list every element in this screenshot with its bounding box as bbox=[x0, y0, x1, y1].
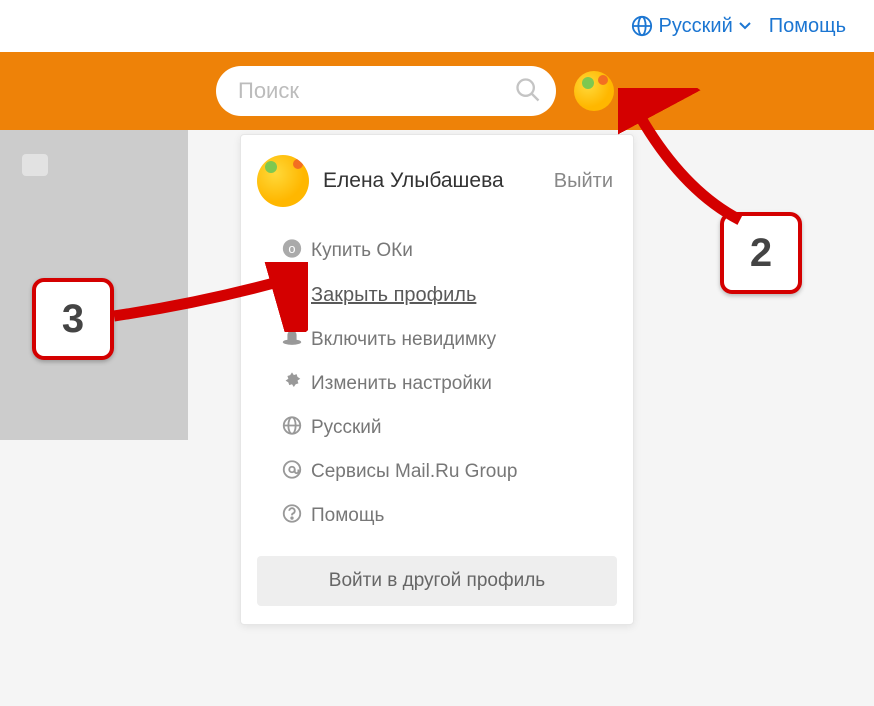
profile-dropdown: Елена Улыбашева Выйти o Купить ОКи Закры… bbox=[240, 134, 634, 625]
avatar bbox=[257, 155, 309, 207]
menu-item-invisible[interactable]: Включить невидимку bbox=[241, 318, 633, 362]
menu-item-mailru[interactable]: Сервисы Mail.Ru Group bbox=[241, 450, 633, 494]
menu-item-label: Помощь bbox=[311, 505, 384, 527]
user-name[interactable]: Елена Улыбашева bbox=[323, 169, 540, 193]
lock-icon bbox=[281, 282, 303, 309]
profile-menu-trigger[interactable] bbox=[574, 71, 632, 111]
chevron-down-icon bbox=[739, 21, 751, 31]
at-icon bbox=[281, 459, 303, 486]
menu-item-buy-ok[interactable]: o Купить ОКи bbox=[241, 229, 633, 273]
menu-item-close-profile[interactable]: Закрыть профиль bbox=[241, 273, 633, 318]
top-bar: Русский Помощь bbox=[0, 0, 874, 52]
svg-text:o: o bbox=[288, 241, 295, 256]
menu-item-label: Изменить настройки bbox=[311, 373, 492, 395]
search-icon bbox=[514, 76, 542, 104]
dropdown-header: Елена Улыбашева Выйти bbox=[241, 135, 633, 229]
switch-profile-button[interactable]: Войти в другой профиль bbox=[257, 556, 617, 606]
coin-icon: o bbox=[281, 238, 303, 265]
hat-icon bbox=[281, 327, 303, 354]
language-label: Русский bbox=[659, 15, 733, 38]
gear-icon bbox=[281, 371, 303, 398]
globe-icon bbox=[281, 415, 303, 442]
chevron-down-icon bbox=[620, 88, 632, 95]
annotation-callout-3: 3 bbox=[32, 278, 114, 360]
menu-item-label: Сервисы Mail.Ru Group bbox=[311, 461, 518, 483]
search-button[interactable] bbox=[514, 76, 542, 109]
globe-icon bbox=[631, 15, 653, 37]
menu-item-settings[interactable]: Изменить настройки bbox=[241, 362, 633, 406]
menu-item-language[interactable]: Русский bbox=[241, 406, 633, 450]
search-input[interactable] bbox=[238, 78, 506, 104]
header-bar bbox=[0, 52, 874, 130]
search-box[interactable] bbox=[216, 66, 556, 116]
menu-item-label: Русский bbox=[311, 417, 382, 439]
language-selector[interactable]: Русский bbox=[631, 15, 751, 38]
question-icon bbox=[281, 503, 303, 530]
help-link[interactable]: Помощь bbox=[769, 15, 846, 38]
logout-link[interactable]: Выйти bbox=[554, 170, 613, 193]
annotation-callout-2: 2 bbox=[720, 212, 802, 294]
menu-item-label: Включить невидимку bbox=[311, 329, 496, 351]
menu-item-label: Закрыть профиль bbox=[311, 284, 476, 307]
avatar bbox=[574, 71, 614, 111]
menu-item-help[interactable]: Помощь bbox=[241, 494, 633, 538]
menu-item-label: Купить ОКи bbox=[311, 240, 413, 262]
